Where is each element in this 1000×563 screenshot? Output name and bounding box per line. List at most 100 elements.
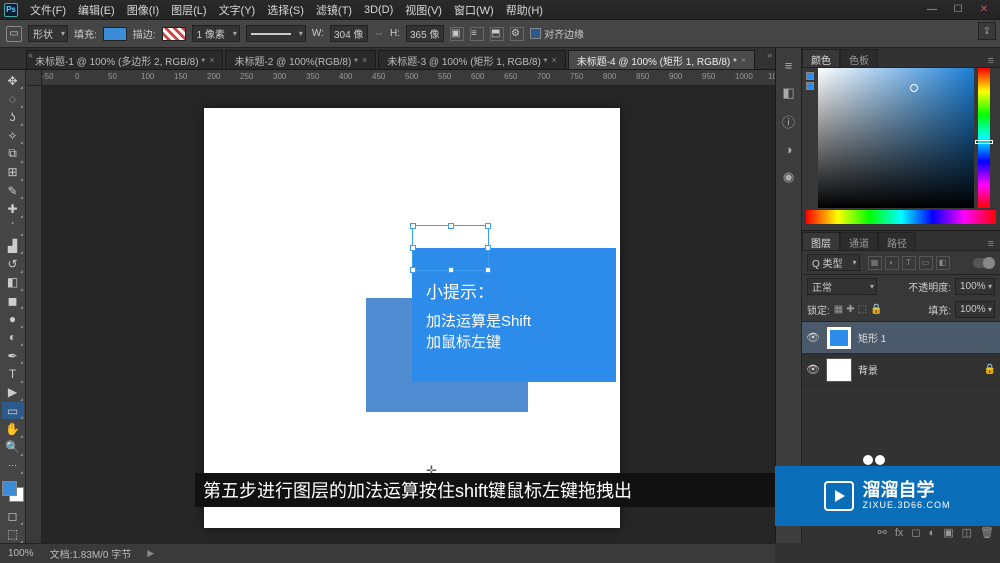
hue-slider[interactable] <box>978 68 990 208</box>
menu-window[interactable]: 窗口(W) <box>448 0 500 20</box>
stroke-width-dropdown[interactable]: 1 像素 <box>192 25 240 42</box>
edit-toolbar-icon[interactable]: ⋯ <box>2 457 24 474</box>
fg-mini-swatch[interactable] <box>806 72 814 80</box>
panel-menu-icon[interactable]: ≡ <box>982 55 1000 67</box>
layer-filter-dropdown[interactable]: Q 类型 <box>807 254 860 271</box>
handle-top-left[interactable] <box>410 223 416 229</box>
blur-tool-icon[interactable]: ● <box>2 310 24 327</box>
menu-layer[interactable]: 图层(L) <box>165 0 212 20</box>
group-icon[interactable]: ▣ <box>943 526 953 539</box>
ruler-vertical[interactable] <box>26 86 42 543</box>
hue-slider-handle[interactable] <box>975 140 993 144</box>
artboard[interactable]: 小提示： 加法运算是Shift 加鼠标左键 ✛ <box>204 108 620 528</box>
maximize-button[interactable]: ☐ <box>946 2 970 18</box>
menu-image[interactable]: 图像(I) <box>121 0 165 20</box>
properties-panel-icon[interactable]: ◧ <box>780 84 798 102</box>
info-panel-icon[interactable]: ⓘ <box>780 112 798 130</box>
color-swatches[interactable] <box>2 481 24 502</box>
gear-icon[interactable]: ⚙ <box>510 27 524 41</box>
menu-type[interactable]: 文字(Y) <box>213 0 262 20</box>
menu-file[interactable]: 文件(F) <box>24 0 72 20</box>
filter-adjust-icon[interactable]: ◐ <box>885 256 899 270</box>
fill-swatch[interactable] <box>103 27 127 41</box>
layer-style-icon[interactable]: fx <box>895 527 904 539</box>
brush-tool-icon[interactable]: ˊ <box>2 219 24 236</box>
ruler-horizontal[interactable]: -500501001502002503003504004505005506006… <box>42 70 775 86</box>
bg-mini-swatch[interactable] <box>806 82 814 90</box>
height-input[interactable]: 365 像 <box>406 25 444 42</box>
close-icon[interactable]: × <box>551 55 556 65</box>
close-icon[interactable]: × <box>741 55 746 65</box>
lock-artboard-icon[interactable]: ⬚ <box>858 304 867 315</box>
history-panel-icon[interactable]: ≡ <box>780 56 798 74</box>
ruler-origin[interactable] <box>26 70 42 86</box>
tab-swatches[interactable]: 色板 <box>840 49 878 67</box>
stroke-style-dropdown[interactable] <box>246 25 306 42</box>
lasso-tool-icon[interactable]: ʖ <box>2 109 24 126</box>
doc-tab-4[interactable]: 未标题-4 @ 100% (矩形 1, RGB/8) *× <box>568 50 755 69</box>
zoom-tool-icon[interactable]: 🔍 <box>2 439 24 456</box>
lock-icon[interactable]: 🔒 <box>984 364 996 375</box>
adjustment-layer-icon[interactable]: ◐ <box>929 527 936 539</box>
layer-thumbnail[interactable] <box>826 326 852 350</box>
minimize-button[interactable]: — <box>920 2 944 18</box>
pen-tool-icon[interactable]: ✒ <box>2 347 24 364</box>
history-brush-tool-icon[interactable]: ↺ <box>2 255 24 272</box>
menu-select[interactable]: 选择(S) <box>261 0 310 20</box>
layer-thumbnail[interactable] <box>826 358 852 382</box>
screenmode-icon[interactable]: ⬚ <box>2 526 24 543</box>
frame-tool-icon[interactable]: ⊞ <box>2 164 24 181</box>
new-layer-icon[interactable]: ◫ <box>962 526 972 539</box>
handle-bot-left[interactable] <box>410 267 416 273</box>
wand-tool-icon[interactable]: ✧ <box>2 127 24 144</box>
menu-edit[interactable]: 编辑(E) <box>72 0 121 20</box>
visibility-icon[interactable]: 👁 <box>806 363 820 376</box>
tab-channels[interactable]: 通道 <box>840 232 878 250</box>
tool-preset-icon[interactable]: ▭ <box>6 26 22 42</box>
doc-size[interactable]: 文档:1.83M/0 字节 <box>50 546 132 561</box>
type-tool-icon[interactable]: T <box>2 365 24 382</box>
menu-3d[interactable]: 3D(D) <box>358 2 399 18</box>
path-align-icon[interactable]: ≡ <box>470 27 484 41</box>
menu-filter[interactable]: 滤镜(T) <box>310 0 358 20</box>
align-edges-checkbox[interactable]: 对齐边缘 <box>530 26 584 41</box>
opacity-input[interactable]: 100% <box>955 278 995 295</box>
handle-bot-right[interactable] <box>485 267 491 273</box>
handle-top-mid[interactable] <box>448 223 454 229</box>
zoom-level[interactable]: 100% <box>8 548 34 559</box>
link-layers-icon[interactable]: ⚯ <box>878 526 887 539</box>
filter-shape-icon[interactable]: ▭ <box>919 256 933 270</box>
tab-paths[interactable]: 路径 <box>878 232 916 250</box>
filter-type-icon[interactable]: T <box>902 256 916 270</box>
gradient-tool-icon[interactable]: ◼ <box>2 292 24 309</box>
menu-help[interactable]: 帮助(H) <box>500 0 549 20</box>
sv-field[interactable] <box>818 68 974 208</box>
path-ops-icon[interactable]: ▣ <box>450 27 464 41</box>
fill-opacity-input[interactable]: 100% <box>955 301 995 318</box>
collapse-toolbox-icon[interactable]: « <box>28 50 33 60</box>
blend-mode-dropdown[interactable]: 正常 <box>807 278 877 295</box>
path-arrange-icon[interactable]: ⬒ <box>490 27 504 41</box>
lock-pixels-icon[interactable]: ▦ <box>834 304 843 315</box>
transform-box[interactable] <box>412 225 489 271</box>
handle-mid-left[interactable] <box>410 245 416 251</box>
handle-top-right[interactable] <box>485 223 491 229</box>
collapse-panels-icon[interactable]: » <box>767 50 772 60</box>
hand-tool-icon[interactable]: ✋ <box>2 420 24 437</box>
lock-position-icon[interactable]: ✚ <box>846 304 854 315</box>
stamp-tool-icon[interactable]: ▟ <box>2 237 24 254</box>
menu-view[interactable]: 视图(V) <box>399 0 448 20</box>
width-input[interactable]: 304 像 <box>330 25 368 42</box>
doc-tab-3[interactable]: 未标题-3 @ 100% (矩形 1, RGB/8) *× <box>378 50 565 69</box>
doc-tab-1[interactable]: 未标题-1 @ 100% (多边形 2, RGB/8) *× <box>26 50 223 69</box>
delete-layer-icon[interactable]: 🗑 <box>980 526 994 539</box>
tab-layers[interactable]: 图层 <box>802 232 840 250</box>
close-button[interactable]: ✕ <box>972 2 996 18</box>
handle-mid-right[interactable] <box>485 245 491 251</box>
shape-tool-icon[interactable]: ▭ <box>2 402 24 419</box>
layer-mask-icon[interactable]: ◻ <box>911 526 920 539</box>
filter-toggle[interactable] <box>973 258 995 268</box>
eraser-tool-icon[interactable]: ◧ <box>2 274 24 291</box>
path-select-tool-icon[interactable]: ▶ <box>2 384 24 401</box>
styles-panel-icon[interactable]: ◉ <box>780 168 798 186</box>
